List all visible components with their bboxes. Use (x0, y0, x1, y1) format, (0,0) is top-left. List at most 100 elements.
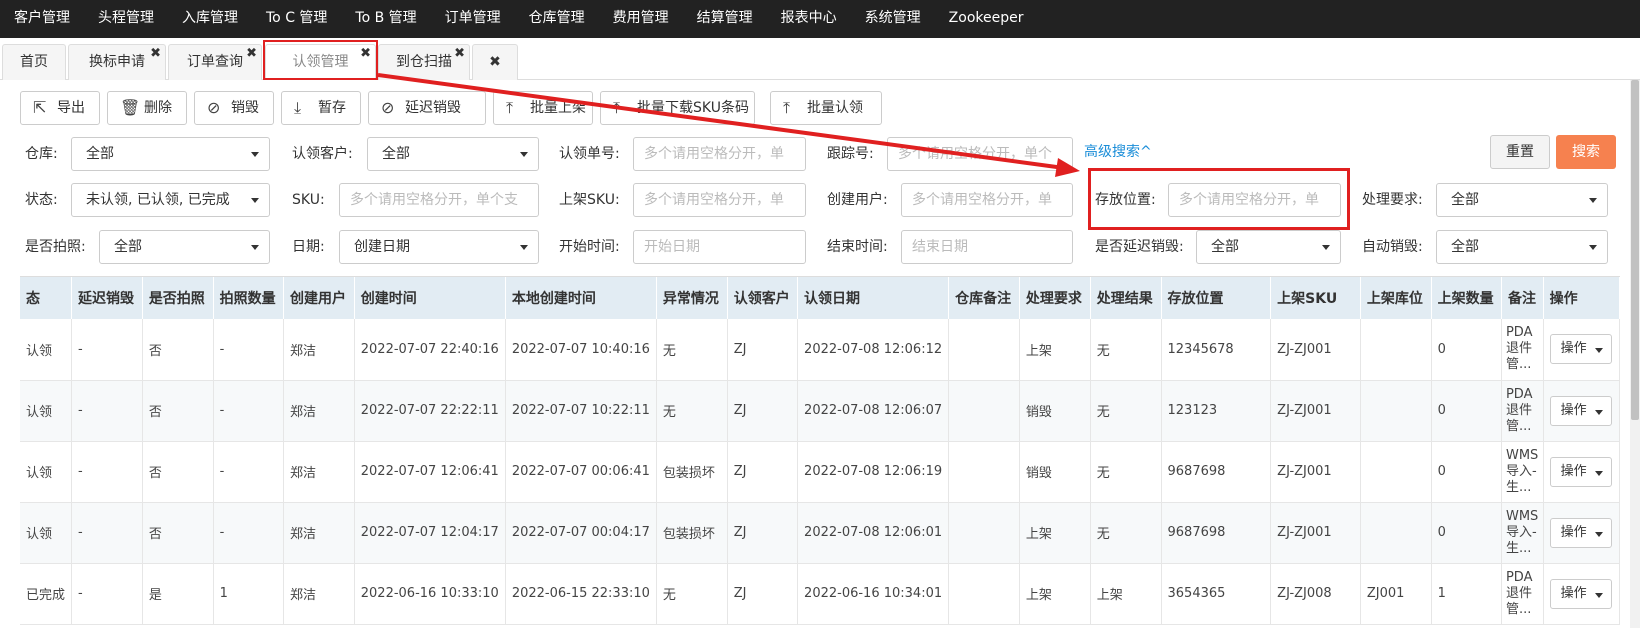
tab-relabel[interactable]: 换标申请 ✖ (68, 44, 166, 80)
table-row[interactable]: 认领 - 否 - 郑洁 2022-07-07 12:06:41 2022-07-07 00:… (20, 441, 1620, 503)
table-cell: 0 (1431, 380, 1502, 442)
column-header[interactable]: 创建用户 (283, 277, 355, 319)
table-cell: 操作 (1543, 441, 1620, 503)
batch-claim-button[interactable]: ⤒ 批量认领 (770, 91, 882, 125)
table-cell: ZJ-ZJ008 (1270, 563, 1361, 625)
nav-item[interactable]: 头程管理 (84, 0, 168, 38)
operation-dropdown-button[interactable]: 操作 (1549, 395, 1612, 426)
column-header[interactable]: 备注 (1501, 277, 1544, 319)
delay-destroy-button[interactable]: ⊘ 延迟销毁 (368, 91, 486, 125)
auto-destroy-select[interactable]: 全部 (1436, 230, 1608, 264)
column-header[interactable]: 上架库位 (1360, 277, 1432, 319)
column-header[interactable]: 存放位置 (1161, 277, 1272, 319)
close-icon[interactable]: ✖ (150, 47, 161, 61)
table-row[interactable]: 认领 - 否 - 郑洁 2022-07-07 22:40:16 2022-07-07 10:… (20, 319, 1620, 381)
table-cell: 郑洁 (283, 319, 355, 381)
column-header[interactable]: 异常情况 (656, 277, 728, 319)
tab-home[interactable]: 首页 (2, 44, 66, 80)
end-date-input[interactable]: 结束日期 (901, 230, 1073, 264)
warehouse-select[interactable]: 全部 (71, 137, 270, 171)
operation-dropdown-button[interactable]: 操作 (1549, 334, 1612, 365)
destroy-button[interactable]: ⊘ 销毁 (194, 91, 274, 125)
photo-select[interactable]: 全部 (99, 230, 270, 264)
batch-download-sku-button[interactable]: ⤒ 批量下载SKU条码 (600, 91, 755, 125)
creator-input[interactable]: 多个请用空格分开，单 (901, 183, 1073, 217)
claim-table: 态延迟销毁 是否拍照 拍照数量 创建用户 创建时间 本地创建时间 异常情况 认领客户 认领日期仓… (20, 276, 1620, 628)
search-button[interactable]: 搜索 (1556, 135, 1616, 169)
close-icon[interactable]: ✖ (246, 47, 257, 61)
tracking-input[interactable]: 多个请用空格分开，单个 (887, 137, 1073, 171)
table-cell (948, 380, 1020, 442)
select-value: 全部 (1451, 239, 1479, 255)
nav-item[interactable]: To B 管理 (341, 0, 430, 38)
start-date-input[interactable]: 开始日期 (633, 230, 806, 264)
vertical-scrollbar[interactable] (1630, 80, 1640, 628)
batch-shelve-button[interactable]: ⤒ 批量上架 (493, 91, 593, 125)
nav-item[interactable]: 入库管理 (168, 0, 252, 38)
close-icon: ✖ (489, 54, 501, 70)
reset-button[interactable]: 重置 (1490, 135, 1550, 169)
close-all-tabs-button[interactable]: ✖ (472, 44, 518, 80)
table-cell (1360, 502, 1432, 564)
nav-item[interactable]: To C 管理 (252, 0, 341, 38)
nav-item[interactable]: 系统管理 (851, 0, 935, 38)
nav-item[interactable]: 订单管理 (431, 0, 515, 38)
column-header[interactable]: 上架数量 (1431, 277, 1502, 319)
button-label: 操作 (1560, 585, 1587, 601)
button-label: 操作 (1560, 463, 1587, 479)
column-header[interactable]: 仓库备注 (948, 277, 1020, 319)
export-button[interactable]: ⇱ 导出 (20, 91, 100, 125)
table-cell: 9687698 (1161, 502, 1272, 564)
table-cell: 0 (1431, 319, 1502, 381)
claim-no-input[interactable]: 多个请用空格分开，单 (633, 137, 806, 171)
column-header[interactable]: 认领客户 (727, 277, 799, 319)
column-header[interactable]: 态 (20, 277, 73, 319)
column-header[interactable]: 上架SKU (1270, 277, 1361, 319)
column-header[interactable]: 是否拍照 (142, 277, 214, 319)
operation-dropdown-button[interactable]: 操作 (1549, 456, 1612, 487)
table-cell: - (213, 319, 284, 381)
claim-customer-select[interactable]: 全部 (367, 137, 539, 171)
table-cell: 郑洁 (283, 563, 355, 625)
close-icon[interactable]: ✖ (454, 47, 465, 61)
column-header[interactable]: 认领日期 (797, 277, 950, 319)
nav-item[interactable]: 客户管理 (0, 0, 84, 38)
date-type-select[interactable]: 创建日期 (339, 230, 539, 264)
status-select[interactable]: 未认领, 已认领, 已完成 (71, 183, 270, 217)
column-header[interactable]: 处理要求 (1019, 277, 1091, 319)
table-cell: 否 (142, 502, 214, 564)
hold-button[interactable]: ⤓ 暂存 (281, 91, 361, 125)
operation-dropdown-button[interactable]: 操作 (1549, 578, 1612, 609)
nav-item[interactable]: 费用管理 (599, 0, 683, 38)
scrollbar-thumb[interactable] (1631, 80, 1639, 420)
operation-dropdown-button[interactable]: 操作 (1549, 517, 1612, 548)
tab-order-query[interactable]: 订单查询 ✖ (168, 44, 262, 80)
process-requirement-select[interactable]: 全部 (1436, 183, 1608, 217)
sku-input[interactable]: 多个请用空格分开，单个支 (339, 183, 539, 217)
table-row[interactable]: 认领 - 否 - 郑洁 2022-07-07 12:04:17 2022-07-07 00:… (20, 502, 1620, 564)
delay-destroy-select[interactable]: 全部 (1196, 230, 1341, 264)
table-header-row: 态延迟销毁 是否拍照 拍照数量 创建用户 创建时间 本地创建时间 异常情况 认领客户 认领日期仓… (20, 277, 1620, 319)
nav-item[interactable]: 结算管理 (683, 0, 767, 38)
nav-item[interactable]: 报表中心 (767, 0, 851, 38)
advanced-search-link[interactable]: 高级搜索^ (1084, 135, 1152, 169)
delete-button[interactable]: 🗑 删除 (107, 91, 187, 125)
table-cell: 无 (1090, 502, 1162, 564)
tab-arrival-scan[interactable]: 到仓扫描 ✖ (378, 44, 470, 80)
table-cell (948, 502, 1020, 564)
column-header[interactable]: 拍照数量 (213, 277, 284, 319)
column-header[interactable]: 延迟销毁 (71, 277, 143, 319)
column-header[interactable]: 本地创建时间 (505, 277, 657, 319)
nav-item[interactable]: Zookeeper (935, 0, 1038, 38)
caret-down-icon (520, 245, 528, 250)
table-row[interactable]: 认领 - 否 - 郑洁 2022-07-07 22:22:11 2022-07-07 10:… (20, 380, 1620, 442)
shelf-sku-input[interactable]: 多个请用空格分开，单 (633, 183, 806, 217)
column-header[interactable]: 创建时间 (354, 277, 506, 319)
column-header[interactable]: 处理结果 (1090, 277, 1162, 319)
column-header[interactable]: 操作 (1543, 277, 1620, 319)
nav-item[interactable]: 仓库管理 (515, 0, 599, 38)
table-cell: - (213, 441, 284, 503)
table-cell: 2022-06-16 10:33:10 (354, 563, 506, 625)
table-cell: 操作 (1543, 319, 1620, 381)
table-row[interactable]: 已完成 - 是 1 郑洁 2022-06-16 10:33:10 2022-06-15 22… (20, 563, 1620, 625)
